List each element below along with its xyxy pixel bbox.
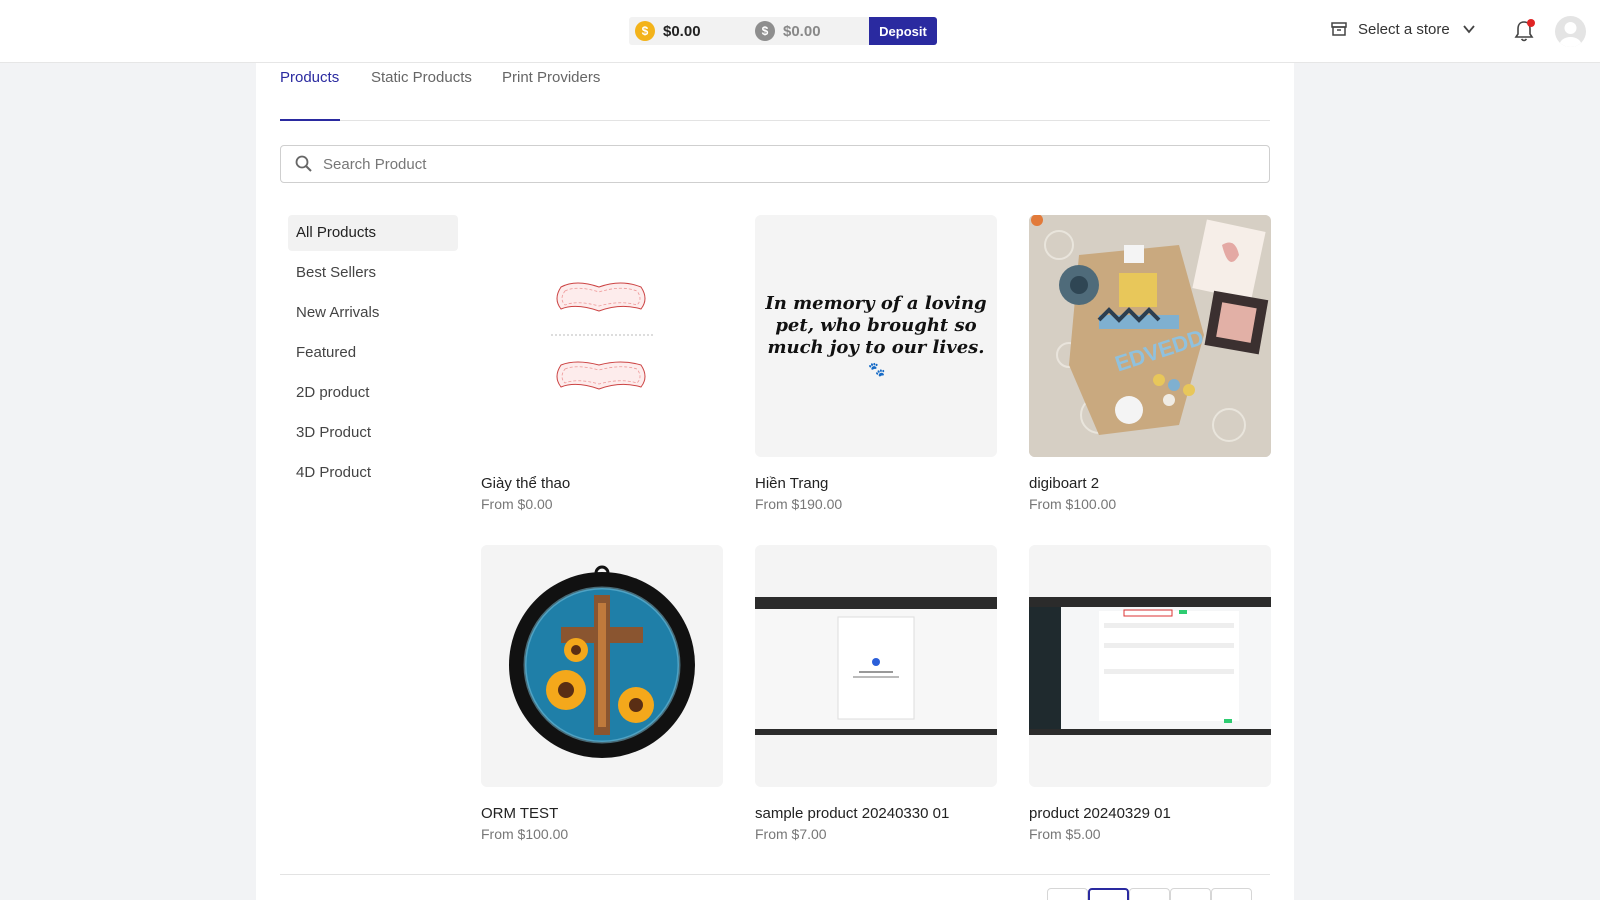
pagination-next-button[interactable] (1211, 888, 1252, 900)
wallet-balance: $ $0.00 $ $0.00 Deposit (629, 17, 937, 45)
secondary-balance-value: $0.00 (783, 22, 821, 40)
user-avatar[interactable] (1555, 16, 1586, 47)
chevron-down-icon (1463, 25, 1475, 34)
busy-board-photo: EDVEDD (1029, 215, 1271, 457)
product-card[interactable]: In memory of a loving pet, who brought s… (755, 215, 997, 512)
deposit-button[interactable]: Deposit (869, 17, 937, 45)
products-panel: Products Static Products Print Providers… (256, 63, 1294, 900)
product-thumbnail: EDVEDD (1029, 215, 1271, 457)
product-card[interactable]: sample product 20240330 01 From $7.00 (755, 545, 997, 842)
sidebar-item-featured[interactable]: Featured (288, 335, 458, 371)
primary-balance-value: $0.00 (663, 22, 701, 40)
product-price: From $100.00 (481, 826, 569, 842)
paw-icon: 🐾 (868, 361, 886, 377)
dollar-coin-icon: $ (635, 21, 655, 41)
product-name: sample product 20240330 01 (755, 805, 950, 822)
notification-dot (1527, 19, 1535, 27)
sidebar-item-all-products[interactable]: All Products (288, 215, 458, 251)
sidebar-item-best-sellers[interactable]: Best Sellers (288, 255, 458, 291)
sidebar-item-new-arrivals[interactable]: New Arrivals (288, 295, 458, 331)
store-selector[interactable]: Select a store (1330, 20, 1486, 38)
top-bar: $ $0.00 $ $0.00 Deposit Select a store (0, 0, 1600, 63)
pagination-prev-button[interactable] (1047, 888, 1088, 900)
notifications-button[interactable] (1513, 19, 1535, 43)
product-thumbnail (755, 545, 997, 787)
product-name: product 20240329 01 (1029, 805, 1171, 822)
pagination-page-button[interactable] (1170, 888, 1211, 900)
stained-glass-ornament-image (509, 565, 695, 758)
sidebar-item-2d-product[interactable]: 2D product (288, 375, 458, 411)
product-card[interactable]: EDVEDD digiboart 2 From $100.00 (1029, 215, 1271, 512)
category-sidebar: All Products Best Sellers New Arrivals F… (288, 215, 458, 495)
admin-screenshot-image (1029, 597, 1271, 735)
pagination (1047, 888, 1252, 900)
silver-coin-icon: $ (755, 21, 775, 41)
product-price: From $0.00 (481, 496, 553, 512)
product-card[interactable]: product 20240329 01 From $5.00 (1029, 545, 1271, 842)
secondary-balance: $ $0.00 (749, 17, 869, 45)
memorial-text-image: In memory of a loving pet, who brought s… (765, 293, 987, 358)
search-icon (295, 155, 312, 172)
product-price: From $190.00 (755, 496, 843, 512)
search-input[interactable] (323, 155, 1223, 173)
tab-products[interactable]: Products (280, 69, 340, 121)
browser-screenshot-image (755, 597, 997, 735)
product-price: From $7.00 (755, 826, 827, 842)
sidebar-item-4d-product[interactable]: 4D Product (288, 455, 458, 491)
pagination-page-button[interactable] (1088, 888, 1129, 900)
shoe-insole-template-image (551, 282, 653, 390)
store-selector-label: Select a store (1358, 20, 1450, 38)
footer-divider (280, 874, 1270, 875)
tab-static-products[interactable]: Static Products (371, 69, 472, 121)
product-name: digiboart 2 (1029, 475, 1100, 492)
user-avatar-icon (1559, 22, 1582, 47)
tab-print-providers[interactable]: Print Providers (502, 69, 600, 121)
product-name: ORM TEST (481, 805, 559, 822)
product-thumbnail (481, 545, 723, 787)
search-box (280, 145, 1270, 183)
tab-bar: Products Static Products Print Providers (280, 63, 1270, 121)
product-price: From $100.00 (1029, 496, 1117, 512)
product-name: Giày thể thao (481, 475, 571, 492)
primary-balance: $ $0.00 (629, 17, 749, 45)
store-icon (1331, 22, 1347, 36)
product-thumbnail: In memory of a loving pet, who brought s… (755, 215, 997, 457)
product-card[interactable]: Giày thể thao From $0.00 (481, 215, 723, 512)
product-card[interactable]: ORM TEST From $100.00 (481, 545, 723, 842)
sidebar-item-3d-product[interactable]: 3D Product (288, 415, 458, 451)
product-thumbnail (1029, 545, 1271, 787)
pagination-page-button[interactable] (1129, 888, 1170, 900)
product-price: From $5.00 (1029, 826, 1101, 842)
product-thumbnail (481, 215, 723, 457)
product-name: Hiền Trang (755, 475, 829, 492)
